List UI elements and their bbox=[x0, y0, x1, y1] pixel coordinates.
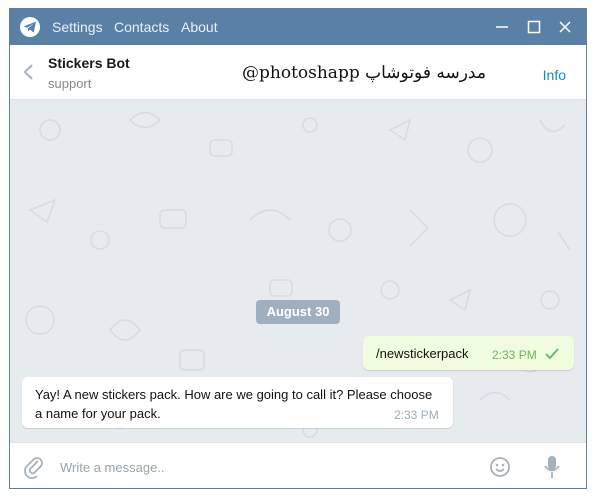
outgoing-message[interactable]: /newstickerpack 2:33 PM bbox=[363, 336, 574, 370]
outgoing-message-text: /newstickerpack bbox=[376, 346, 469, 361]
watermark-text: @photoshapp مدرسه فوتوشاپ bbox=[242, 63, 486, 83]
menu-about[interactable]: About bbox=[181, 19, 218, 35]
checkmark-icon bbox=[545, 347, 559, 365]
back-arrow-icon[interactable] bbox=[22, 62, 34, 87]
maximize-icon[interactable] bbox=[524, 17, 544, 37]
menu-settings[interactable]: Settings bbox=[52, 19, 103, 35]
minimize-icon[interactable] bbox=[492, 17, 512, 37]
close-icon[interactable] bbox=[555, 17, 575, 37]
incoming-message-text: Yay! A new stickers pack. How are we goi… bbox=[35, 387, 433, 421]
outgoing-message-time: 2:33 PM bbox=[492, 348, 537, 362]
date-badge: August 30 bbox=[256, 300, 340, 324]
chat-header: Stickers Bot support @photoshapp مدرسه ف… bbox=[10, 45, 586, 100]
emoji-icon[interactable] bbox=[488, 455, 512, 484]
title-bar: Settings Contacts About bbox=[10, 9, 586, 45]
incoming-message-time: 2:33 PM bbox=[394, 408, 439, 422]
telegram-window: Settings Contacts About Stickers Bot sup… bbox=[9, 8, 587, 489]
message-input[interactable] bbox=[60, 457, 460, 477]
incoming-message[interactable]: Yay! A new stickers pack. How are we goi… bbox=[22, 377, 453, 428]
info-button[interactable]: Info bbox=[543, 67, 566, 83]
telegram-logo-icon bbox=[20, 17, 40, 37]
paperclip-icon[interactable] bbox=[22, 455, 46, 484]
microphone-icon[interactable] bbox=[542, 454, 562, 485]
composer bbox=[10, 442, 586, 488]
message-list[interactable]: August 30 /newstickerpack 2:33 PM Yay! A… bbox=[10, 100, 586, 442]
menu-contacts[interactable]: Contacts bbox=[114, 19, 169, 35]
chat-status: support bbox=[48, 76, 92, 91]
chat-title[interactable]: Stickers Bot bbox=[48, 55, 130, 71]
